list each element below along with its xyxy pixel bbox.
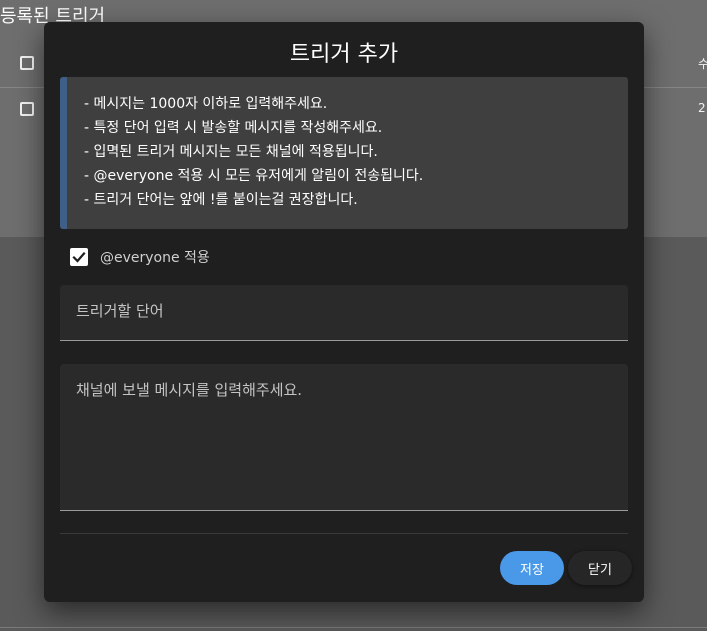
- info-line: - 특정 단어 입력 시 발송할 메시지를 작성해주세요.: [84, 120, 383, 136]
- select-all-checkbox[interactable]: [20, 56, 34, 70]
- check-icon: [72, 251, 86, 263]
- row-checkbox[interactable]: [20, 102, 34, 116]
- page-bottom-divider: [0, 627, 707, 628]
- table-cell: 2: [698, 101, 706, 115]
- info-line: - 메시지는 1000자 이하로 입력해주세요.: [84, 96, 328, 112]
- message-textarea[interactable]: [76, 379, 612, 499]
- actions-divider: [60, 533, 628, 534]
- info-accent-bar: [60, 77, 67, 229]
- everyone-checkbox-label: @everyone 적용: [100, 250, 210, 266]
- save-button[interactable]: 저장: [500, 551, 564, 585]
- info-line: - @everyone 적용 시 모든 유저에게 알림이 전송됩니다.: [84, 168, 424, 184]
- close-button[interactable]: 닫기: [568, 551, 632, 585]
- info-line: - 트리거 단어는 앞에 !를 붙이는걸 권장합니다.: [84, 192, 358, 208]
- add-trigger-dialog: 트리거 추가 - 메시지는 1000자 이하로 입력해주세요. - 특정 단어 …: [44, 22, 644, 602]
- table-header-cell: 수: [698, 57, 707, 71]
- trigger-word-input[interactable]: [76, 302, 612, 320]
- info-list: - 메시지는 1000자 이하로 입력해주세요. - 특정 단어 입력 시 발송…: [84, 92, 423, 212]
- everyone-checkbox[interactable]: [70, 248, 88, 266]
- info-box: - 메시지는 1000자 이하로 입력해주세요. - 특정 단어 입력 시 발송…: [60, 77, 628, 229]
- info-line: - 입멱된 트리거 메시지는 모든 채널에 적용됩니다.: [84, 144, 378, 160]
- dialog-title: 트리거 추가: [289, 42, 399, 67]
- message-field[interactable]: [60, 364, 628, 511]
- trigger-word-field[interactable]: [60, 285, 628, 341]
